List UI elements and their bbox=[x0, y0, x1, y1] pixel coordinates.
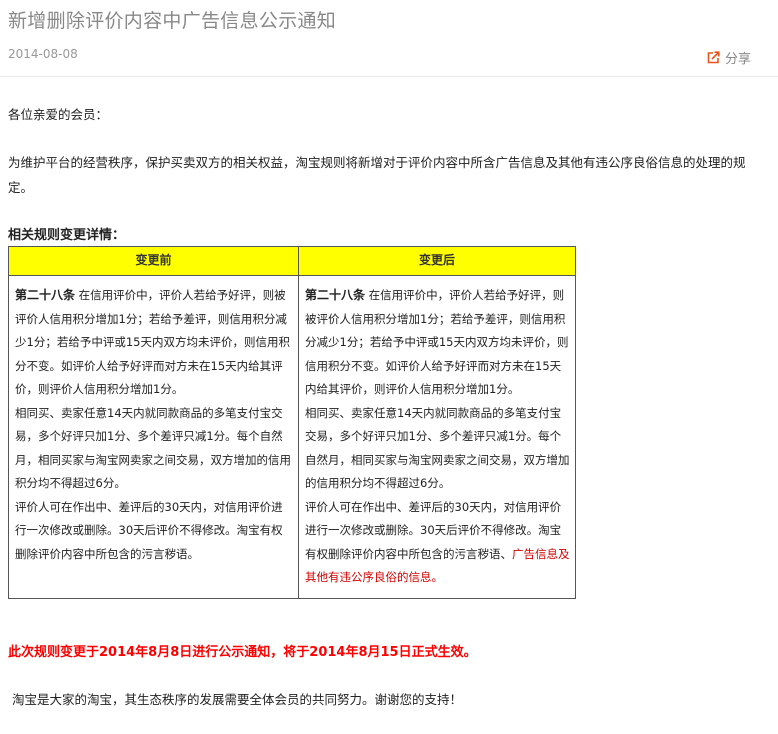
header-after: 变更后 bbox=[298, 246, 576, 276]
publish-date: 2014-08-08 bbox=[8, 47, 78, 61]
before-paragraph-1: 第二十八条 在信用评价中，评价人若给予好评，则被评价人信用积分增加1分；若给予差… bbox=[15, 284, 293, 402]
share-button[interactable]: 分享 bbox=[707, 48, 751, 67]
after-paragraph-3: 评价人可在作出中、差评后的30天内，对信用评价进行一次修改或删除。30天后评价不… bbox=[305, 496, 570, 590]
header-divider bbox=[0, 76, 778, 77]
cell-after: 第二十八条 在信用评价中，评价人若给予好评，则被评价人信用积分增加1分；若给予差… bbox=[298, 275, 576, 599]
rule-change-table: 变更前 变更后 第二十八条 在信用评价中，评价人若给予好评，则被评价人信用积分增… bbox=[8, 246, 576, 599]
table-header-row: 变更前 变更后 bbox=[8, 246, 576, 276]
article-label: 第二十八条 bbox=[305, 288, 366, 302]
before-paragraph-2: 相同买、卖家任意14天内就同款商品的多笔支付宝交易，多个好评只加1分、多个差评只… bbox=[15, 405, 291, 491]
article-label: 第二十八条 bbox=[15, 288, 76, 302]
header-before: 变更前 bbox=[8, 246, 299, 276]
section-title: 相关规则变更详情： bbox=[8, 228, 126, 243]
share-arrow-icon bbox=[707, 51, 720, 64]
share-label: 分享 bbox=[724, 52, 751, 67]
before-paragraph-3: 评价人可在作出中、差评后的30天内，对信用评价进行一次修改或删除。30天后评价不… bbox=[15, 499, 283, 561]
page-title: 新增删除评价内容中广告信息公示通知 bbox=[8, 10, 337, 32]
after-paragraph-2: 相同买、卖家任意14天内就同款商品的多笔支付宝交易，多个好评只加1分、多个差评只… bbox=[305, 405, 570, 491]
before-text-1: 在信用评价中，评价人若给予好评，则被评价人信用积分增加1分；若给予差评，则信用积… bbox=[15, 288, 290, 396]
effective-date-notice: 此次规则变更于2014年8月8日进行公示通知，将于2014年8月15日正式生效。 bbox=[8, 645, 477, 660]
cell-before: 第二十八条 在信用评价中，评价人若给予好评，则被评价人信用积分增加1分；若给予差… bbox=[8, 275, 299, 599]
table-row: 第二十八条 在信用评价中，评价人若给予好评，则被评价人信用积分增加1分；若给予差… bbox=[8, 275, 576, 599]
after-text-1: 在信用评价中，评价人若给予好评，则被评价人信用积分增加1分；若给予差评，则信用积… bbox=[305, 288, 569, 396]
intro-paragraph: 为维护平台的经营秩序，保护买卖双方的相关权益，淘宝规则将新增对于评价内容中所含广… bbox=[8, 155, 746, 195]
closing-paragraph: 淘宝是大家的淘宝，其生态秩序的发展需要全体会员的共同努力。谢谢您的支持！ bbox=[12, 692, 463, 707]
after-paragraph-1: 第二十八条 在信用评价中，评价人若给予好评，则被评价人信用积分增加1分；若给予差… bbox=[305, 284, 570, 402]
greeting: 各位亲爱的会员： bbox=[8, 107, 109, 122]
